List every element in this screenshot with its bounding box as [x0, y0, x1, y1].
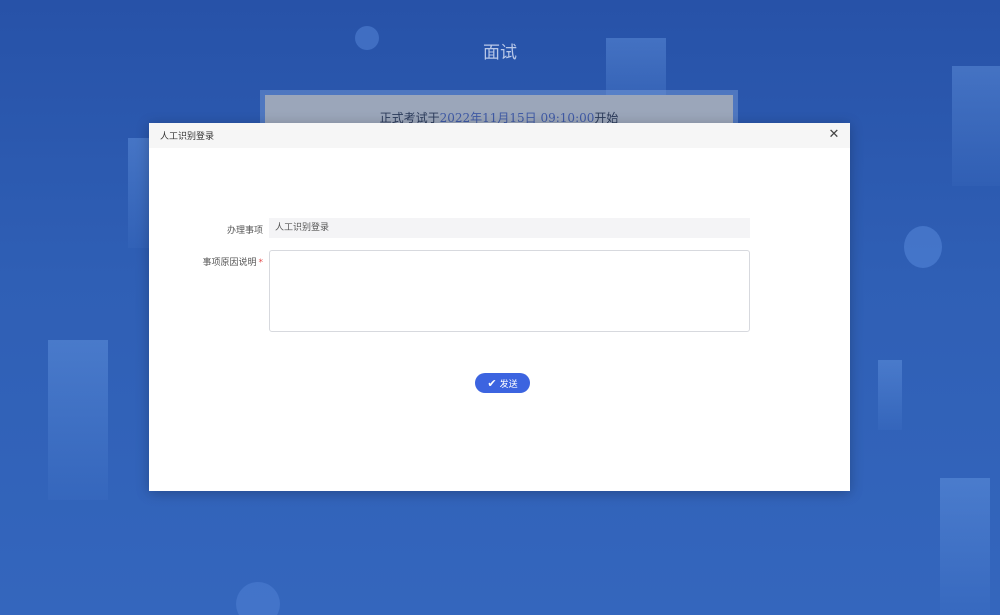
matter-field: 人工识别登录 [269, 218, 750, 238]
manual-login-dialog: 人工识别登录 ✕ 办理事项 人工识别登录 事项原因说明 * ✔ 发送 [149, 123, 850, 491]
decorative-circle [236, 582, 280, 615]
decorative-building [952, 66, 1000, 186]
reason-label: 事项原因说明 * [202, 255, 263, 268]
check-icon: ✔ [487, 376, 497, 390]
page-background: 面试 正式考试于2022年11月15日 09:10:00开始 人工识别登录 ✕ … [0, 0, 1000, 615]
page-title: 面试 [483, 43, 517, 63]
send-button-label: 发送 [499, 379, 518, 390]
decorative-building [940, 478, 990, 615]
dialog-header: 人工识别登录 ✕ [149, 123, 850, 148]
matter-label: 办理事项 [226, 226, 263, 236]
dialog-title: 人工识别登录 [160, 132, 215, 142]
required-mark: * [258, 258, 264, 268]
send-button[interactable]: ✔ 发送 [475, 373, 530, 393]
decorative-building [878, 360, 902, 430]
close-icon[interactable]: ✕ [826, 125, 842, 145]
reason-textarea[interactable] [269, 250, 750, 332]
decorative-building [48, 340, 108, 500]
decorative-circle [904, 226, 942, 268]
reason-label-text: 事项原因说明 [202, 258, 257, 268]
